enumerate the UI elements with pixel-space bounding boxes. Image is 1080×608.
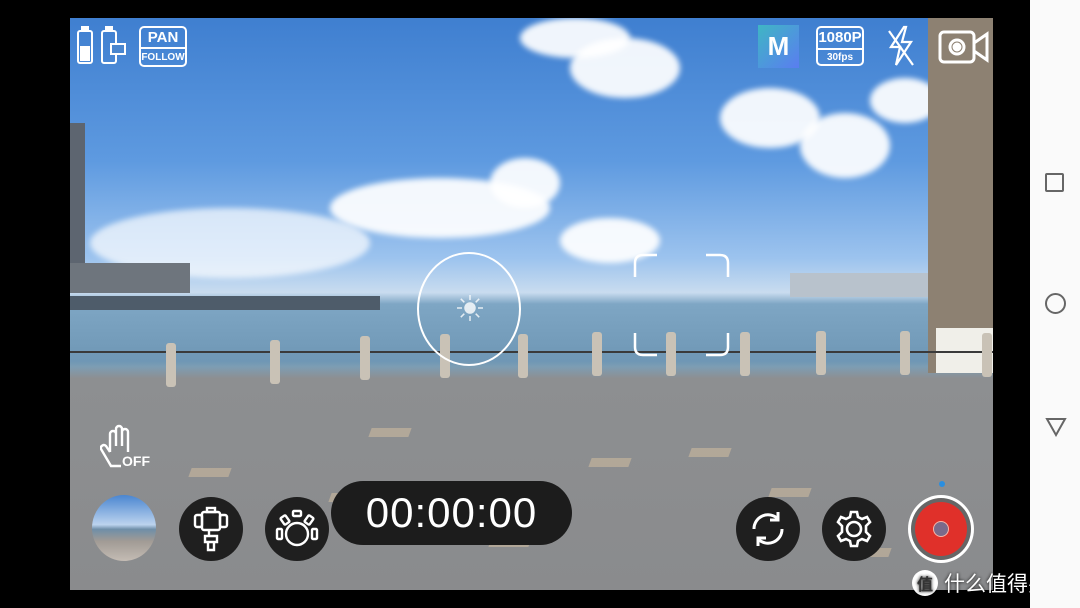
rotate-camera-icon <box>752 512 784 546</box>
watermark: 值 什么值得买 <box>912 568 1049 598</box>
watermark-logo: 值 <box>912 570 938 596</box>
battery-icon <box>77 26 93 69</box>
recents-button[interactable] <box>1045 173 1064 192</box>
focus-frame[interactable] <box>633 253 730 357</box>
home-button[interactable] <box>1045 293 1066 314</box>
record-button-core <box>915 502 967 556</box>
gimbal-settings-button[interactable] <box>179 497 243 561</box>
record-button[interactable] <box>908 495 974 563</box>
mode-bottom-label: FOLLOW <box>141 52 185 63</box>
settings-button[interactable] <box>822 497 886 561</box>
gesture-control-button[interactable]: OFF <box>100 424 150 472</box>
switch-camera-button[interactable] <box>736 497 800 561</box>
shoot-mode-button[interactable]: M <box>758 25 799 68</box>
brightness-icon <box>456 294 484 322</box>
gear-icon <box>836 510 872 548</box>
recording-timer: 00:00:00 <box>331 481 572 545</box>
shoot-mode-label: M <box>767 31 790 61</box>
pan-follow-mode-button[interactable]: PAN FOLLOW <box>139 26 187 67</box>
resolution-button[interactable]: 1080P 30fps <box>816 26 864 66</box>
paw-icon <box>275 509 319 547</box>
fps-label: 30fps <box>826 52 854 63</box>
system-navigation-bar <box>1030 0 1080 608</box>
beauty-filter-button[interactable] <box>265 497 329 561</box>
video-camera-icon[interactable] <box>938 29 990 70</box>
gallery-thumbnail[interactable] <box>92 495 156 561</box>
back-button[interactable] <box>1045 417 1067 442</box>
gesture-off-label: OFF <box>122 453 150 469</box>
mode-top-label: PAN <box>141 28 185 49</box>
gimbal-battery-icon <box>101 26 127 69</box>
resolution-label: 1080P <box>818 28 862 50</box>
zoom-indicator-top <box>939 481 945 487</box>
flash-off-icon[interactable] <box>886 25 916 72</box>
gimbal-icon <box>193 506 229 552</box>
